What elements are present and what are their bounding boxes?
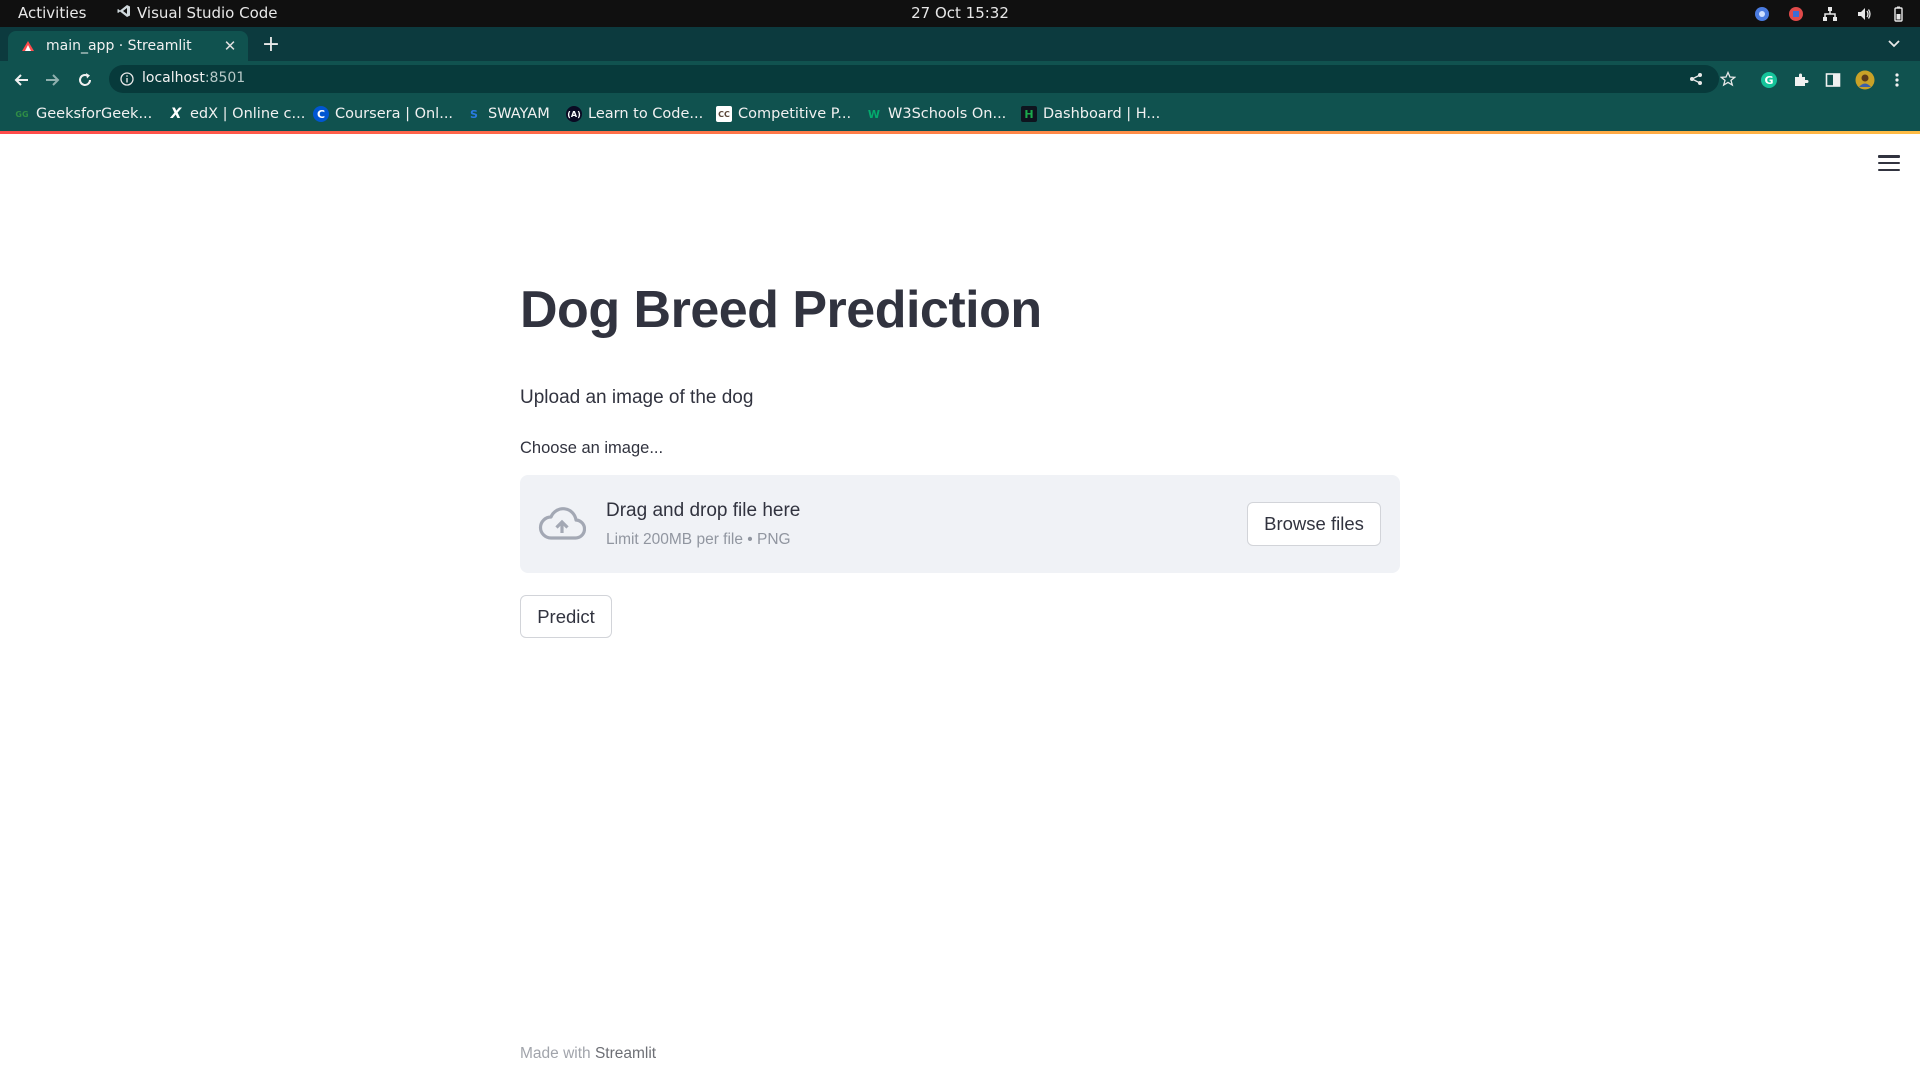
vscode-icon <box>117 4 131 22</box>
extensions-puzzle-icon[interactable] <box>1789 67 1813 93</box>
url-text[interactable]: localhost:8501 <box>142 70 245 86</box>
bookmarks-bar: GG GeeksforGeek... XedX | Online c... C Cour… <box>0 98 1920 131</box>
app-menu[interactable]: Visual Studio Code <box>117 4 278 22</box>
bookmark-item[interactable]: S SWAYAM <box>466 104 550 124</box>
side-panel-icon[interactable] <box>1821 67 1845 93</box>
forward-icon[interactable] <box>40 67 66 93</box>
footer-prefix: Made with <box>520 1045 595 1062</box>
tab-title: main_app · Streamlit <box>46 38 192 54</box>
bookmark-item[interactable]: (A) Learn to Code... <box>566 104 703 124</box>
bookmark-item[interactable]: XedX | Online c... <box>168 104 306 124</box>
system-tray <box>1752 3 1908 24</box>
bookmark-label: GeeksforGeek... <box>36 106 153 122</box>
clock-container: 27 Oct 15:32 <box>0 4 1920 22</box>
tab-strip: main_app · Streamlit ✕ <box>0 27 1920 61</box>
freecodecamp-icon: (A) <box>566 106 582 122</box>
geeksforgeeks-icon: GG <box>15 109 29 119</box>
activities-button[interactable]: Activities <box>18 4 86 22</box>
page-title: Dog Breed Prediction <box>520 281 1042 339</box>
streamlit-decoration-bar <box>0 131 1920 134</box>
volume-icon[interactable] <box>1854 4 1874 24</box>
bookmark-star-icon[interactable] <box>1718 69 1738 89</box>
file-dropzone[interactable]: Drag and drop file here Limit 200MB per … <box>520 475 1400 573</box>
predict-button[interactable]: Predict <box>520 595 612 638</box>
chrome-remote-icon[interactable] <box>1752 4 1772 24</box>
bookmark-label: SWAYAM <box>488 106 550 122</box>
profile-avatar[interactable] <box>1853 67 1877 93</box>
bookmark-label: W3Schools On... <box>888 106 1007 122</box>
new-tab-button[interactable]: + <box>258 31 284 57</box>
share-icon[interactable] <box>1686 69 1706 89</box>
bookmark-label: Dashboard | H... <box>1043 106 1161 122</box>
main-menu-icon[interactable] <box>1876 152 1902 174</box>
cloud-upload-icon <box>538 505 587 543</box>
network-icon[interactable] <box>1820 4 1840 24</box>
bookmark-item[interactable]: W W3Schools On... <box>866 104 1006 124</box>
back-icon[interactable] <box>8 67 34 93</box>
app-name: Visual Studio Code <box>137 4 278 22</box>
site-info-icon[interactable] <box>118 70 136 88</box>
browser-toolbar: localhost:8501 G <box>0 61 1920 98</box>
drag-drop-text: Drag and drop file here <box>606 500 801 521</box>
power-icon[interactable] <box>1888 4 1908 24</box>
bookmark-item[interactable]: CC Competitive P... <box>716 104 851 124</box>
bookmark-item[interactable]: C Coursera | Onl... <box>313 104 453 124</box>
clock[interactable]: 27 Oct 15:32 <box>911 4 1009 22</box>
svg-text:G: G <box>1764 74 1773 87</box>
reload-icon[interactable] <box>72 67 98 93</box>
upload-limit-text: Limit 200MB per file • PNG <box>606 531 791 548</box>
footer-streamlit-link[interactable]: Streamlit <box>595 1045 656 1062</box>
chrome-menu-icon[interactable] <box>1885 67 1909 93</box>
bookmark-item[interactable]: GG GeeksforGeek... <box>14 104 152 124</box>
url-host: localhost <box>142 70 205 86</box>
streamlit-favicon-icon <box>20 38 36 54</box>
bookmark-label: Competitive P... <box>738 106 852 122</box>
tray-app-icon[interactable] <box>1786 4 1806 24</box>
address-bar[interactable]: localhost:8501 <box>109 65 1736 93</box>
bookmark-label: Coursera | Onl... <box>335 106 454 122</box>
url-port: :8501 <box>204 70 246 86</box>
tab-close-icon[interactable]: ✕ <box>218 34 242 58</box>
tab-main-app[interactable]: main_app · Streamlit ✕ <box>8 31 248 61</box>
bookmark-label: edX | Online c... <box>190 106 306 122</box>
footer: Made with Streamlit <box>520 1045 656 1063</box>
hackerrank-icon: H <box>1021 106 1037 122</box>
tab-search-icon[interactable] <box>1882 32 1906 56</box>
coursera-icon: C <box>313 106 329 122</box>
edx-icon: X <box>170 106 182 122</box>
w3schools-icon: W <box>867 107 881 121</box>
grammarly-extension-icon[interactable]: G <box>1757 67 1781 93</box>
uploader-label: Choose an image... <box>520 439 664 457</box>
browse-files-button[interactable]: Browse files <box>1247 502 1381 546</box>
system-top-bar: Activities Visual Studio Code 27 Oct 15:… <box>0 0 1920 27</box>
bookmark-label: Learn to Code... <box>588 106 704 122</box>
swayam-icon: S <box>470 107 478 121</box>
subtitle-text: Upload an image of the dog <box>520 387 754 408</box>
bookmark-item[interactable]: H Dashboard | H... <box>1021 104 1160 124</box>
codechef-icon: CC <box>716 106 732 122</box>
